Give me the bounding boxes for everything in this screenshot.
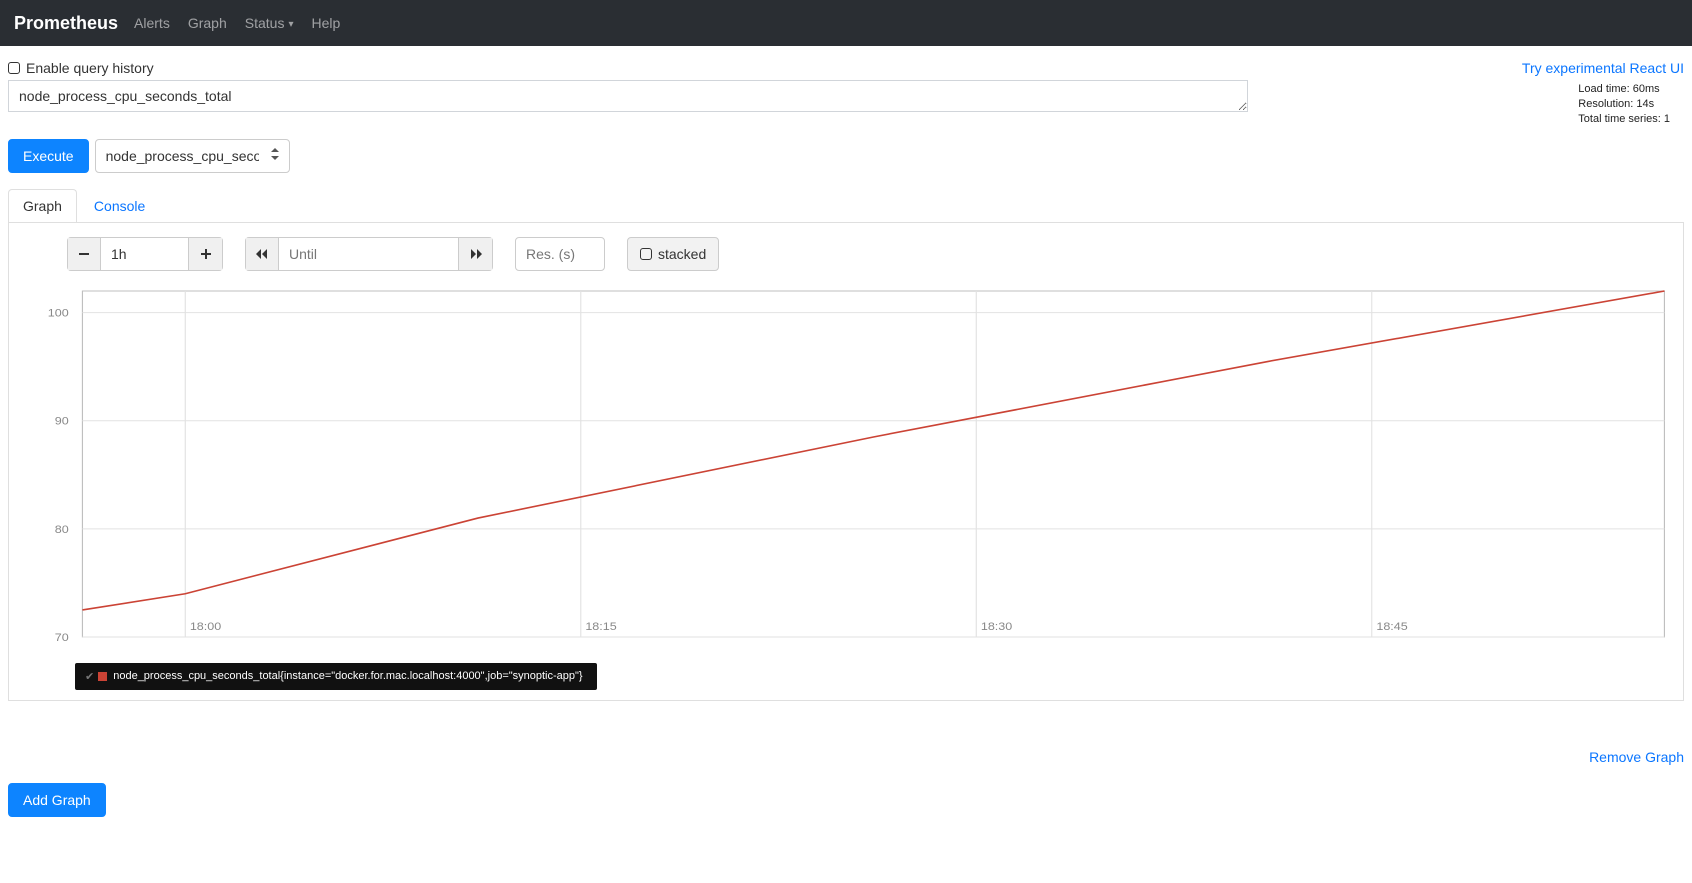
chart: 18:0018:1518:3018:45708090100 ✔ node_pro… — [23, 287, 1669, 650]
options-row: Enable query history Try experimental Re… — [0, 46, 1692, 80]
panel-footer: Remove Graph — [0, 701, 1692, 769]
add-graph-button[interactable]: Add Graph — [8, 783, 106, 817]
legend-label: node_process_cpu_seconds_total{instance=… — [113, 670, 582, 682]
metric-select[interactable]: node_process_cpu_seconds_total — [95, 139, 290, 173]
nav-status[interactable]: Status▾ — [245, 15, 294, 31]
svg-text:18:45: 18:45 — [1376, 619, 1408, 632]
tab-console[interactable]: Console — [79, 189, 160, 223]
range-decrease-button[interactable] — [67, 237, 101, 271]
nav-help[interactable]: Help — [311, 15, 340, 31]
minus-icon — [78, 248, 90, 260]
enable-history-toggle[interactable]: Enable query history — [8, 60, 154, 76]
add-graph-row: Add Graph — [0, 769, 1692, 831]
range-input[interactable]: 1h — [101, 237, 189, 271]
try-react-ui-link[interactable]: Try experimental React UI — [1522, 60, 1684, 76]
resolution-input[interactable]: Res. (s) — [515, 237, 605, 271]
plus-icon — [200, 248, 212, 260]
color-swatch-icon — [98, 672, 107, 681]
range-group: 1h — [67, 237, 223, 271]
nav-graph[interactable]: Graph — [188, 15, 227, 31]
range-increase-button[interactable] — [189, 237, 223, 271]
metric-select-value: node_process_cpu_seconds_total — [106, 148, 259, 164]
svg-text:70: 70 — [55, 630, 69, 643]
until-input[interactable]: Until — [279, 237, 459, 271]
stat-series: Total time series: 1 — [1578, 112, 1670, 127]
tabs: Graph Console — [0, 179, 1692, 223]
enable-history-label: Enable query history — [26, 60, 154, 76]
stat-resolution: Resolution: 14s — [1578, 97, 1670, 112]
check-icon: ✔ — [85, 670, 94, 683]
graph-panel: 1h Until Res. (s) stacked 18:00 18:15 18:3… — [8, 222, 1684, 701]
svg-text:90: 90 — [55, 414, 69, 427]
query-area: Load time: 60ms Resolution: 14s Total ti… — [0, 80, 1692, 127]
chevron-down-icon: ▾ — [288, 19, 293, 30]
svg-text:18:15: 18:15 — [585, 619, 617, 632]
sort-icon — [271, 148, 279, 163]
graph-controls: 1h Until Res. (s) stacked — [23, 237, 1669, 271]
nav-alerts[interactable]: Alerts — [134, 15, 170, 31]
checkbox-icon — [640, 248, 652, 260]
time-group: Until — [245, 237, 493, 271]
stacked-toggle[interactable]: stacked — [627, 237, 719, 271]
svg-text:100: 100 — [48, 306, 69, 319]
checkbox-icon — [8, 62, 20, 74]
svg-text:80: 80 — [55, 522, 69, 535]
time-back-button[interactable] — [245, 237, 279, 271]
fastforward-icon — [469, 248, 483, 260]
execute-row: Execute node_process_cpu_seconds_total — [0, 127, 1692, 179]
execute-button[interactable]: Execute — [8, 139, 89, 173]
legend[interactable]: ✔ node_process_cpu_seconds_total{instanc… — [75, 663, 597, 690]
tab-graph[interactable]: Graph — [8, 189, 77, 223]
app-brand: Prometheus — [14, 13, 118, 34]
navbar: Prometheus Alerts Graph Status▾ Help — [0, 0, 1692, 46]
stacked-label: stacked — [658, 246, 706, 262]
query-stats: Load time: 60ms Resolution: 14s Total ti… — [1578, 80, 1684, 127]
time-forward-button[interactable] — [459, 237, 493, 271]
remove-graph-link[interactable]: Remove Graph — [1589, 749, 1684, 765]
expression-input[interactable] — [8, 80, 1248, 112]
stat-load-time: Load time: 60ms — [1578, 82, 1670, 97]
svg-text:18:30: 18:30 — [981, 619, 1013, 632]
svg-text:18:00: 18:00 — [190, 619, 222, 632]
rewind-icon — [255, 248, 269, 260]
